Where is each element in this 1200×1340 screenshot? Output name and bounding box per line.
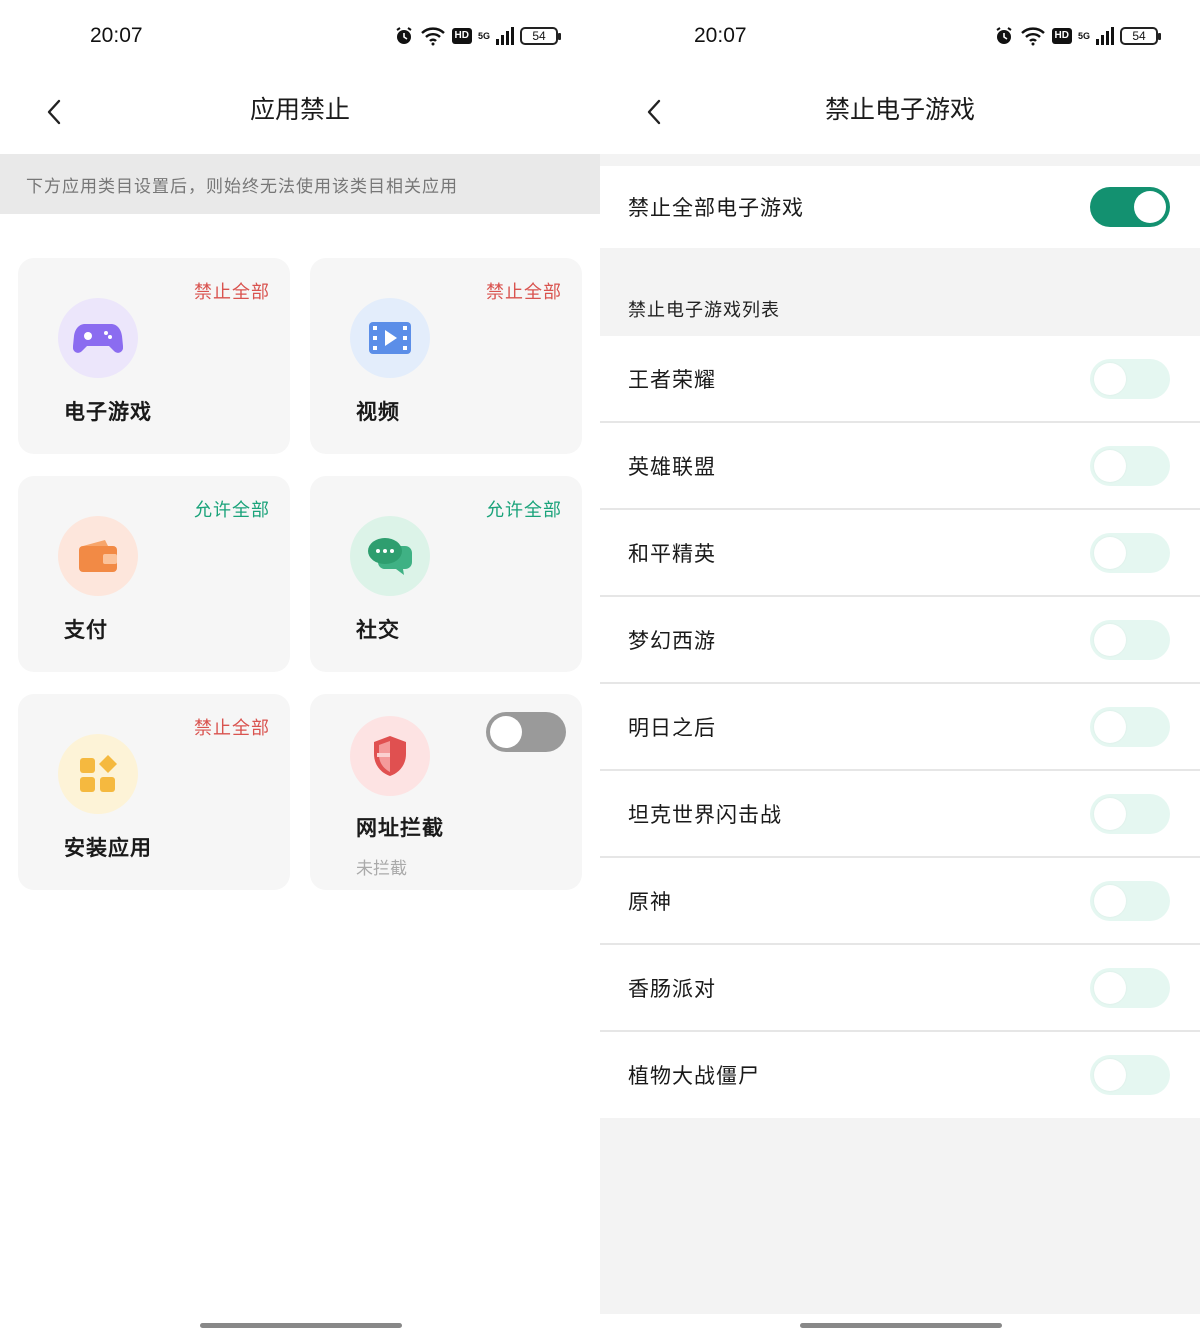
game-toggle[interactable]: [1090, 968, 1170, 1008]
nav-bar: 禁止电子游戏: [600, 76, 1200, 154]
wallet-icon: [58, 516, 138, 596]
game-name: 和平精英: [628, 542, 716, 566]
toggle-knob: [1094, 450, 1126, 482]
wifi-icon: [1020, 27, 1045, 46]
game-row[interactable]: 和平精英: [600, 510, 1200, 597]
section-title: 禁止电子游戏列表: [628, 300, 780, 321]
card-sublabel: 未拦截: [356, 859, 407, 879]
status-bar: 20:07 HD 5G 54: [600, 0, 1200, 76]
category-card-games[interactable]: 禁止全部 电子游戏: [18, 258, 290, 454]
game-row[interactable]: 王者荣耀: [600, 336, 1200, 423]
game-name: 明日之后: [628, 716, 716, 740]
card-label: 社交: [356, 617, 400, 642]
card-label: 支付: [64, 617, 108, 642]
game-toggle[interactable]: [1090, 881, 1170, 921]
game-toggle[interactable]: [1090, 707, 1170, 747]
status-icons: HD 5G 54: [394, 26, 561, 46]
shield-icon: [350, 716, 430, 796]
category-card-video[interactable]: 禁止全部 视频: [310, 258, 582, 454]
game-row[interactable]: 坦克世界闪击战: [600, 771, 1200, 858]
app-block-screen: 20:07 HD 5G 54 应用禁止 下方应用类目设置后，则始终无法使用该类目…: [0, 0, 600, 1340]
info-banner: 下方应用类目设置后，则始终无法使用该类目相关应用: [0, 154, 600, 214]
status-time: 20:07: [90, 24, 143, 47]
alarm-icon: [995, 27, 1012, 44]
card-label: 视频: [356, 399, 400, 424]
category-card-url-block[interactable]: 网址拦截 未拦截: [310, 694, 582, 890]
card-status[interactable]: 禁止全部: [194, 714, 270, 740]
signal-icon: [496, 27, 514, 45]
game-list: 王者荣耀 英雄联盟 和平精英 梦幻西游 明日之后 坦克世界闪击战 原神 香肠派对…: [600, 336, 1200, 1119]
game-name: 植物大战僵尸: [628, 1064, 760, 1088]
category-card-install[interactable]: 禁止全部 安装应用: [18, 694, 290, 890]
game-toggle[interactable]: [1090, 620, 1170, 660]
apps-icon: [58, 734, 138, 814]
game-row[interactable]: 明日之后: [600, 684, 1200, 771]
toggle-knob: [1094, 711, 1126, 743]
toggle-knob: [1094, 1059, 1126, 1091]
page-title: 禁止电子游戏: [824, 95, 975, 124]
toggle-knob: [1094, 537, 1126, 569]
game-row[interactable]: 植物大战僵尸: [600, 1032, 1200, 1119]
game-row[interactable]: 英雄联盟: [600, 423, 1200, 510]
game-toggle[interactable]: [1090, 1055, 1170, 1095]
toggle-knob: [1094, 798, 1126, 830]
game-block-screen: 20:07 HD 5G 54 禁止电子游戏 禁止全部电子游戏 禁止电子游戏列表 …: [600, 0, 1200, 1340]
game-row[interactable]: 香肠派对: [600, 945, 1200, 1032]
toggle-knob: [1134, 191, 1166, 223]
gamepad-icon: [58, 298, 138, 378]
card-status[interactable]: 禁止全部: [486, 278, 562, 304]
game-toggle[interactable]: [1090, 359, 1170, 399]
toggle-knob: [490, 716, 522, 748]
nav-bar: 应用禁止: [0, 76, 600, 154]
block-all-games-toggle[interactable]: [1090, 187, 1170, 227]
hd-badge: HD: [1051, 28, 1072, 44]
game-name: 香肠派对: [628, 977, 716, 1001]
home-indicator[interactable]: [200, 1323, 402, 1328]
empty-area: [600, 1118, 1200, 1314]
category-card-payment[interactable]: 允许全部 支付: [18, 476, 290, 672]
game-row[interactable]: 原神: [600, 858, 1200, 945]
toggle-knob: [1094, 885, 1126, 917]
card-status[interactable]: 禁止全部: [194, 278, 270, 304]
signal-icon: [1096, 27, 1114, 45]
hd-badge: HD: [451, 28, 472, 44]
section-header: 禁止电子游戏列表: [600, 248, 1200, 336]
card-label: 网址拦截: [356, 815, 444, 840]
wifi-icon: [420, 27, 445, 46]
game-name: 梦幻西游: [628, 629, 716, 653]
battery-icon: 54: [520, 27, 561, 45]
url-block-toggle[interactable]: [486, 712, 566, 752]
category-card-social[interactable]: 允许全部 社交: [310, 476, 582, 672]
game-name: 王者荣耀: [628, 368, 716, 392]
home-indicator[interactable]: [800, 1323, 1002, 1328]
game-name: 原神: [628, 890, 672, 914]
game-name: 坦克世界闪击战: [628, 803, 782, 827]
game-toggle[interactable]: [1090, 794, 1170, 834]
toggle-knob: [1094, 624, 1126, 656]
status-bar: 20:07 HD 5G 54: [0, 0, 600, 76]
battery-icon: 54: [1120, 27, 1161, 45]
video-icon: [350, 298, 430, 378]
block-all-games-label: 禁止全部电子游戏: [628, 196, 804, 220]
signal-label: 5G: [1077, 31, 1090, 41]
card-status[interactable]: 允许全部: [194, 496, 270, 522]
card-status[interactable]: 允许全部: [486, 496, 562, 522]
game-toggle[interactable]: [1090, 446, 1170, 486]
card-label: 安装应用: [64, 835, 152, 860]
divider: [600, 154, 1200, 166]
chat-icon: [350, 516, 430, 596]
status-icons: HD 5G 54: [994, 26, 1161, 46]
signal-label: 5G: [477, 31, 490, 41]
toggle-knob: [1094, 363, 1126, 395]
game-row[interactable]: 梦幻西游: [600, 597, 1200, 684]
game-toggle[interactable]: [1090, 533, 1170, 573]
status-time: 20:07: [694, 24, 747, 47]
alarm-icon: [395, 27, 412, 44]
toggle-knob: [1094, 972, 1126, 1004]
card-label: 电子游戏: [64, 399, 152, 424]
game-name: 英雄联盟: [628, 455, 716, 479]
block-all-games-row[interactable]: 禁止全部电子游戏: [600, 166, 1200, 248]
page-title: 应用禁止: [249, 95, 350, 124]
